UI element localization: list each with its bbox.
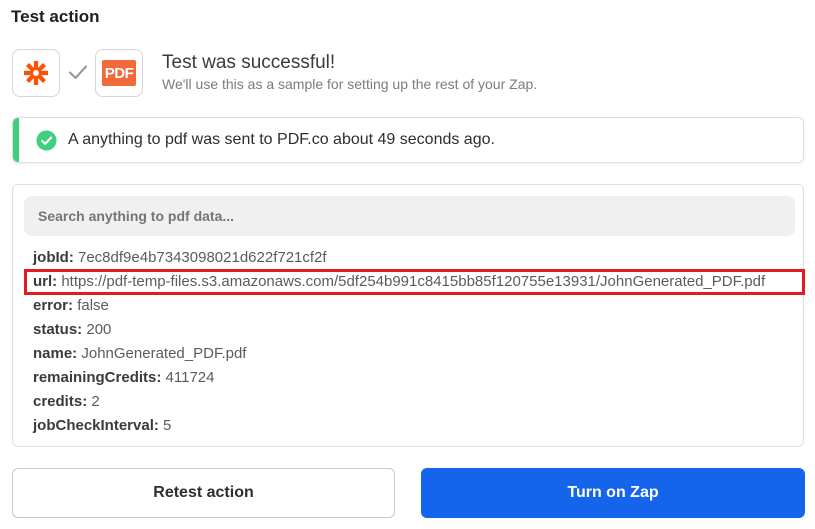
field-value: JohnGenerated_PDF.pdf bbox=[81, 345, 247, 362]
field-row-job-check-interval: jobCheckInterval: 5 bbox=[33, 417, 171, 434]
field-key: jobCheckInterval: bbox=[33, 417, 159, 434]
url-highlight-box bbox=[24, 269, 805, 295]
field-value: false bbox=[77, 297, 109, 314]
pdfco-logo-icon: PDF bbox=[102, 60, 136, 86]
success-subtitle: We'll use this as a sample for setting u… bbox=[162, 76, 538, 92]
field-value: 411724 bbox=[165, 369, 215, 386]
section-title: Test action bbox=[11, 7, 100, 26]
field-row-credits: credits: 2 bbox=[33, 393, 100, 410]
field-value: 5 bbox=[163, 417, 172, 434]
field-row-error: error: false bbox=[33, 297, 109, 314]
field-row-name: name: JohnGenerated_PDF.pdf bbox=[33, 345, 246, 362]
search-input[interactable] bbox=[24, 196, 795, 236]
field-row-remaining-credits: remainingCredits: 411724 bbox=[33, 369, 214, 386]
field-key: remainingCredits: bbox=[33, 369, 162, 386]
field-key: credits: bbox=[33, 393, 88, 410]
check-icon bbox=[68, 65, 88, 80]
retest-action-button[interactable]: Retest action bbox=[12, 468, 395, 518]
field-key: name: bbox=[33, 345, 78, 362]
check-circle-icon bbox=[36, 130, 57, 151]
zapier-app-badge bbox=[12, 49, 60, 97]
turn-on-zap-button[interactable]: Turn on Zap bbox=[421, 468, 805, 518]
field-value: 2 bbox=[91, 393, 100, 410]
success-alert: A anything to pdf was sent to PDF.co abo… bbox=[12, 117, 804, 163]
alert-accent-bar bbox=[13, 118, 19, 162]
pdfco-app-badge: PDF bbox=[95, 49, 143, 97]
success-title: Test was successful! bbox=[162, 52, 336, 73]
alert-message: A anything to pdf was sent to PDF.co abo… bbox=[68, 131, 495, 148]
field-value: 7ec8df9e4b7343098021d622f721cf2f bbox=[78, 249, 327, 266]
field-key: jobId: bbox=[33, 249, 74, 266]
sample-data-panel: jobId: 7ec8df9e4b7343098021d622f721cf2f … bbox=[12, 184, 804, 447]
zapier-asterisk-icon bbox=[24, 61, 48, 85]
field-value: 200 bbox=[86, 321, 112, 338]
field-row-jobid: jobId: 7ec8df9e4b7343098021d622f721cf2f bbox=[33, 249, 327, 266]
field-key: status: bbox=[33, 321, 83, 338]
field-row-status: status: 200 bbox=[33, 321, 111, 338]
field-key: error: bbox=[33, 297, 74, 314]
